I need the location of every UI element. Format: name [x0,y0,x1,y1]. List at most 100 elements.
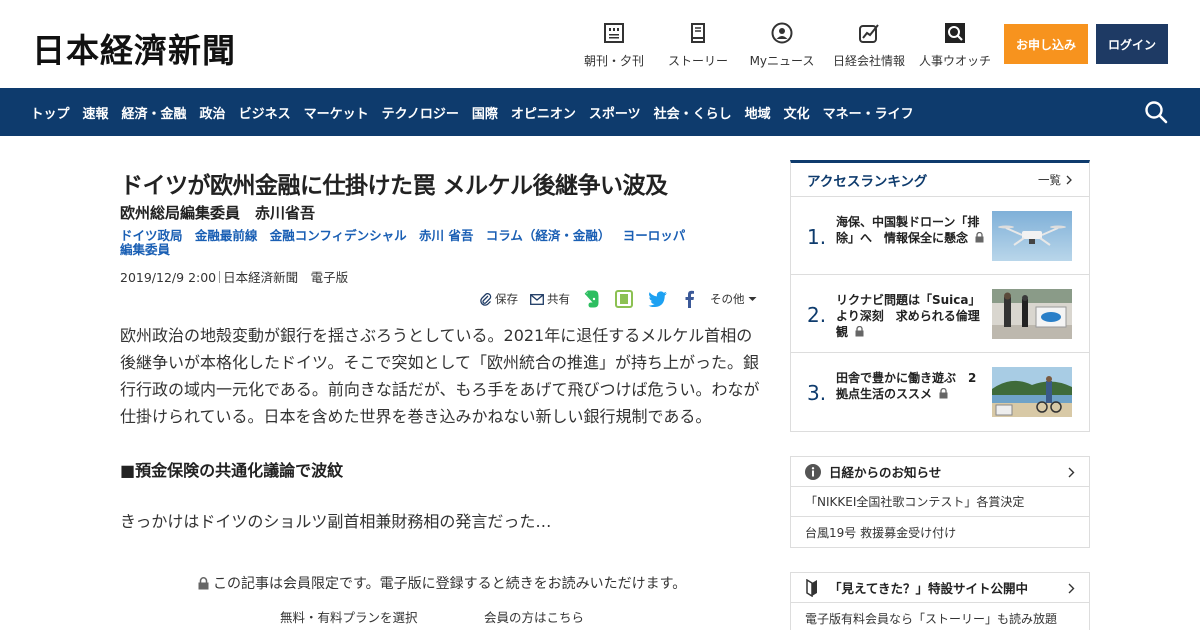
special-site-box: 「見えてきた？」特設サイト公開中 電子版有料会員なら「ストーリー」も読み放題 [790,572,1090,630]
nav-item-business[interactable]: ビジネス [232,103,297,122]
tag-link[interactable]: 金融最前線 [195,228,258,243]
nav-item-politics[interactable]: 政治 [193,103,232,122]
chevron-right-icon [1068,467,1075,478]
header-nav-mynews[interactable]: Myニュース [740,20,824,69]
ranking-all-link[interactable]: 一覧 [1038,172,1073,188]
nav-item-money-life[interactable]: マネー・ライフ [816,103,920,122]
ranking-thumbnail-station [992,289,1072,339]
save-button[interactable]: 保存 [480,291,518,307]
tag-link[interactable]: 金融コンフィデンシャル [270,228,407,243]
article-title: ドイツが欧州金融に仕掛けた罠 メルケル後継争い波及 [120,173,668,199]
ranking-item[interactable]: 2. リクナビ問題は「Suica」より深刻 求められる倫理観 [791,275,1089,353]
lock-icon [939,387,948,399]
ranking-title: アクセスランキング [807,173,928,190]
tag-link[interactable]: ヨーロッパ [623,228,686,243]
book-icon [685,20,711,46]
article-body: 欧州政治の地殻変動が銀行を揺さぶろうとしている。2021年に退任するメルケル首相… [120,326,760,426]
bookmark-button[interactable] [615,290,636,308]
ranking-number: 3. [807,381,827,405]
nav-item-international[interactable]: 国際 [465,103,504,122]
ranking-headline: リクナビ問題は「Suica」より深刻 求められる倫理観 [836,292,986,340]
plan-select-link[interactable]: 無料・有料プランを選択 [280,607,418,626]
nav-item-opinion[interactable]: オピニオン [504,103,582,122]
special-title: 「見えてきた？」特設サイト公開中 [829,581,1029,596]
mail-icon [530,293,544,305]
notice-item[interactable]: 台風19号 救援募金受け付け [791,517,1089,547]
ranking-number: 1. [807,225,827,249]
clip-icon [480,292,492,306]
tag-link[interactable]: 赤川 省吾 [419,228,473,243]
header-nav-newspaper[interactable]: 朝刊・夕刊 [572,20,656,69]
ranking-item[interactable]: 3. 田舎で豊かに働き遊ぶ 2拠点生活のススメ [791,353,1089,431]
meta-divider [219,271,221,284]
nav-item-market[interactable]: マーケット [297,103,375,122]
nav-item-flash[interactable]: 速報 [76,103,115,122]
ranking-headline-text: 海保、中国製ドローン「排除」へ 情報保全に懸念 [836,215,980,245]
nav-item-technology[interactable]: テクノロジー [375,103,465,122]
evernote-icon [584,290,599,308]
article-date: 2019/12/9 2:00 [120,270,217,286]
user-icon [769,20,795,46]
tag-link[interactable]: 編集委員 [120,242,170,257]
article: ドイツが欧州金融に仕掛けた罠 メルケル後継争い波及 欧州総局編集委員 赤川省吾 … [120,160,760,625]
category-list: トップ 速報 経済・金融 政治 ビジネス マーケット テクノロジー 国際 オピニ… [24,88,920,136]
ranking-headline-text: 田舎で豊かに働き遊ぶ 2拠点生活のススメ [836,371,977,401]
tag-link[interactable]: コラム（経済・金融） [486,228,611,243]
header-nav-company[interactable]: 日経会社情報 [824,20,914,69]
ranking-header: アクセスランキング 一覧 [791,163,1089,197]
article-tags: ドイツ政局 金融最前線 金融コンフィデンシャル 赤川 省吾 コラム（経済・金融）… [120,229,720,257]
chevron-right-icon [1068,583,1075,594]
nav-item-economy[interactable]: 経済・金融 [115,103,193,122]
apply-button[interactable]: お申し込み [1004,24,1088,64]
ranking-thumbnail-drone [992,211,1072,261]
chart-icon [856,20,882,46]
site-header: 日本経濟新聞 朝刊・夕刊 ストーリー Myニュース 日経会社情報 人事ウオッチ … [0,0,1200,88]
bookmark-icon [806,578,817,597]
special-header[interactable]: 「見えてきた？」特設サイト公開中 [791,573,1089,603]
search-icon[interactable] [1144,100,1168,124]
save-label: 保存 [495,292,518,306]
nav-item-top[interactable]: トップ [24,103,76,122]
nav-item-society[interactable]: 社会・くらし [647,103,738,122]
ranking-number: 2. [807,303,827,327]
ranking-item[interactable]: 1. 海保、中国製ドローン「排除」へ 情報保全に懸念 [791,197,1089,275]
note-icon [615,290,633,308]
paywall-text: この記事は会員限定です。電子版に登録すると続きをお読みいただけます。 [213,576,687,592]
site-logo[interactable]: 日本経濟新聞 [32,24,236,72]
info-icon [805,463,821,480]
header-nav: 朝刊・夕刊 ストーリー Myニュース 日経会社情報 人事ウオッチ [572,20,996,69]
login-button[interactable]: ログイン [1096,24,1168,64]
notice-title: 日経からのお知らせ [829,465,942,480]
chevron-right-icon [1066,175,1072,184]
facebook-button[interactable] [683,290,698,308]
ranking-headline: 田舎で豊かに働き遊ぶ 2拠点生活のススメ [836,370,986,402]
evernote-button[interactable] [582,290,603,308]
twitter-button[interactable] [648,291,671,307]
share-button[interactable]: 共有 [530,291,570,307]
paywall-notice: この記事は会員限定です。電子版に登録すると続きをお読みいただけます。 [198,573,686,593]
nav-item-sports[interactable]: スポーツ [582,103,647,122]
nikkei-notices: 日経からのお知らせ 「NIKKEI全国社歌コンテスト」各賞決定 台風19号 救援… [790,456,1090,548]
tag-link[interactable]: ドイツ政局 [120,228,183,243]
header-nav-personnel[interactable]: 人事ウオッチ [914,20,996,69]
facebook-icon [685,290,694,308]
article-lead: きっかけはドイツのショルツ副首相兼財務相の発言だった… [120,512,552,531]
share-bar: 保存 共有 その他 [480,290,757,308]
header-nav-story[interactable]: ストーリー [656,20,740,69]
article-subhead: ■預金保険の共通化議論で波紋 [120,461,344,480]
category-navbar: トップ 速報 経済・金融 政治 ビジネス マーケット テクノロジー 国際 オピニ… [0,88,1200,136]
nav-item-culture[interactable]: 文化 [777,103,816,122]
notice-header[interactable]: 日経からのお知らせ [791,457,1089,487]
ranking-headline: 海保、中国製ドローン「排除」へ 情報保全に懸念 [836,214,986,246]
share-label: 共有 [547,292,570,306]
access-ranking: アクセスランキング 一覧 1. 海保、中国製ドローン「排除」へ 情報保全に懸念 … [790,160,1090,432]
lock-icon [975,231,984,243]
lock-icon [855,325,864,337]
twitter-icon [648,291,667,307]
nav-item-region[interactable]: 地域 [738,103,777,122]
share-other-dropdown[interactable]: その他 [710,291,757,307]
special-text[interactable]: 電子版有料会員なら「ストーリー」も読み放題 [791,603,1089,630]
caret-down-icon [748,297,756,301]
member-login-link[interactable]: 会員の方はこちら [484,607,584,626]
notice-item[interactable]: 「NIKKEI全国社歌コンテスト」各賞決定 [791,487,1089,517]
